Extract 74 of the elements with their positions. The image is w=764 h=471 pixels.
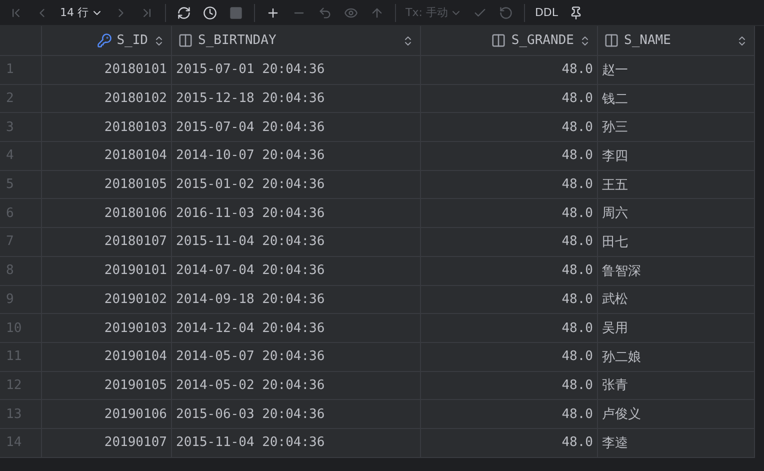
cell-value: 48.0 (562, 378, 593, 393)
cell-value: 孙三 (602, 119, 628, 136)
column-name: S_BIRTNDAY (198, 33, 276, 48)
cell-value: 20180101 (104, 62, 167, 78)
cell-value: 20180102 (104, 91, 167, 106)
cell-value: 2015-07-04 20:04:36 (176, 120, 325, 135)
cell-value: 周六 (602, 205, 628, 222)
cell-value: 20180105 (104, 177, 167, 192)
cell-value: 2015-07-01 20:04:36 (176, 62, 325, 78)
cell-value: 田七 (602, 234, 628, 251)
cell-value: 武松 (602, 291, 628, 308)
cell-value: 2015-11-04 20:04:36 (176, 234, 325, 250)
cell-value: 48.0 (562, 91, 593, 106)
cell-value: 48.0 (562, 120, 593, 135)
cell-value: 20190107 (104, 435, 167, 450)
cell-value: 20190105 (104, 378, 167, 393)
cell-value: 2014-09-18 20:04:36 (176, 292, 325, 307)
cell-value: 2014-07-04 20:04:36 (176, 263, 325, 278)
cell-value: 吴用 (602, 320, 628, 338)
cell-value: 20180107 (104, 234, 167, 250)
cell-value: 48.0 (562, 206, 593, 221)
column-name: S_GRANDE (511, 33, 574, 48)
column-name: S_NAME (624, 33, 671, 48)
cell-value: 2014-05-02 20:04:36 (176, 378, 325, 393)
column-header[interactable]: S_BIRTNDAY (172, 26, 421, 56)
column-icon (604, 33, 619, 48)
cell-value: 鲁智深 (602, 262, 641, 280)
column-header[interactable]: S_NAME (598, 26, 755, 56)
cell-value: 48.0 (562, 177, 593, 192)
cell-value: 48.0 (562, 349, 593, 364)
cell-value: 48.0 (562, 435, 593, 450)
sort-icon[interactable] (579, 34, 591, 46)
cell-value: 李逵 (602, 434, 628, 452)
column-header[interactable]: S_GRANDE (421, 26, 598, 56)
cell-value: 孙二娘 (602, 348, 641, 366)
column-icon (178, 33, 193, 48)
cell-value: 20180103 (104, 120, 167, 135)
cell-value: 20190103 (104, 320, 167, 336)
cell-value: 20190106 (104, 406, 167, 422)
cell-value: 20190101 (104, 263, 167, 278)
cell-value: 2014-10-07 20:04:36 (176, 148, 325, 164)
cell-value: 48.0 (562, 406, 593, 422)
cell-value: 48.0 (562, 148, 593, 164)
sort-icon[interactable] (402, 34, 414, 46)
sort-icon[interactable] (736, 34, 748, 46)
cell-value: 张青 (602, 377, 628, 394)
cell-value: 2014-12-04 20:04:36 (176, 320, 325, 336)
cell-value: 李四 (602, 148, 628, 165)
column-header[interactable]: S_ID (42, 26, 172, 56)
cell-value: 王五 (602, 176, 628, 194)
cell-value: 2015-12-18 20:04:36 (176, 91, 325, 106)
cell-value: 20180106 (104, 206, 167, 221)
cell-value: 2016-11-03 20:04:36 (176, 206, 325, 221)
cell-value: 2015-01-02 20:04:36 (176, 177, 325, 192)
cell-value: 48.0 (562, 320, 593, 336)
cell-value: 赵一 (602, 62, 628, 79)
primary-key-icon (96, 33, 112, 48)
row-count-dropdown[interactable]: 14 行 (56, 3, 106, 22)
cell-value: 2015-06-03 20:04:36 (176, 406, 325, 422)
ddl-button[interactable]: DDL (530, 4, 562, 21)
column-icon (491, 33, 506, 48)
cell-value: 48.0 (562, 263, 593, 278)
cell-value: 钱二 (602, 90, 628, 108)
cell-value: 2015-11-04 20:04:36 (176, 435, 325, 450)
cell-value: 20180104 (104, 148, 167, 164)
cell-value: 卢俊义 (602, 406, 641, 424)
sort-icon[interactable] (153, 34, 165, 46)
cell-value: 20190102 (104, 292, 167, 307)
cell-value: 48.0 (562, 292, 593, 307)
cell-value: 48.0 (562, 62, 593, 78)
cell-value: 48.0 (562, 234, 593, 250)
cell-value: 20190104 (104, 349, 167, 364)
column-name: S_ID (116, 33, 148, 48)
cell-value: 2014-05-07 20:04:36 (176, 349, 325, 364)
